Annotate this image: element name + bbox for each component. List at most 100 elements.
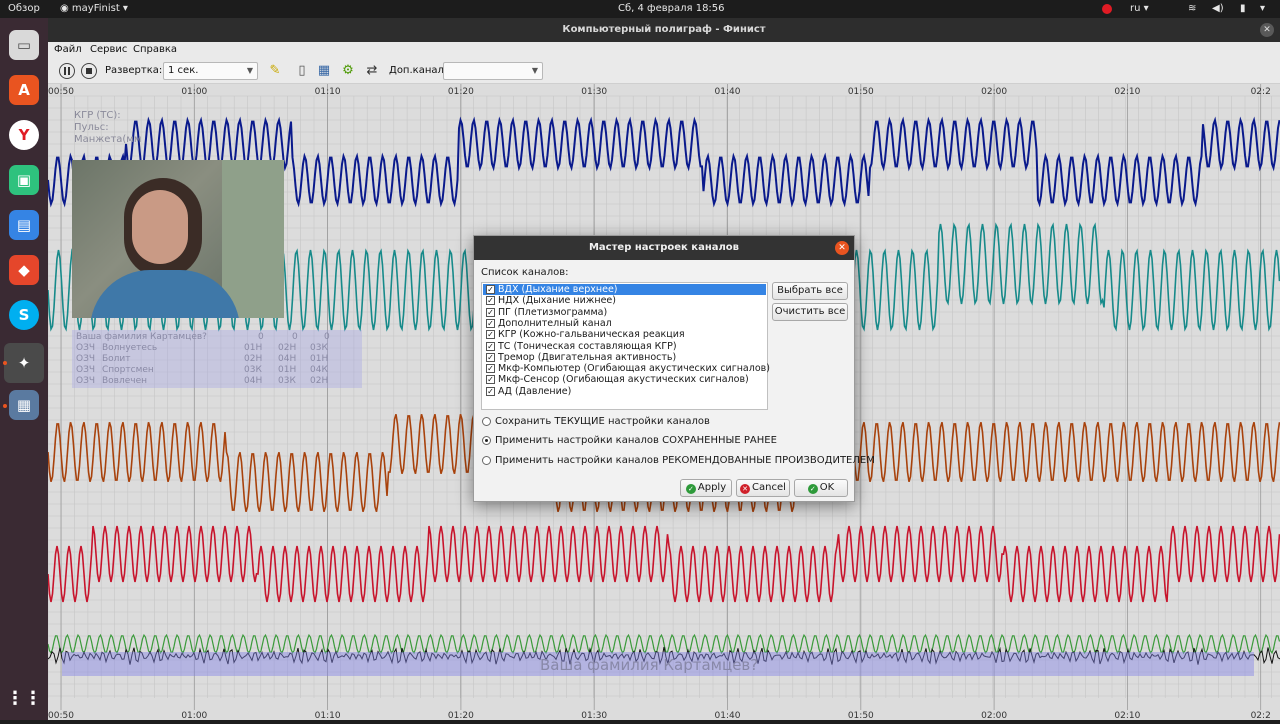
skype-icon[interactable]: S: [9, 300, 39, 330]
extra-channel-select[interactable]: ▼: [443, 62, 543, 80]
menu-help[interactable]: Справка: [133, 44, 177, 55]
wifi-icon[interactable]: ≋: [1188, 3, 1196, 14]
channel-item[interactable]: ✓ ПГ (Плетизмограмма): [483, 307, 766, 318]
option-apply-saved-label: Применить настройки каналов СОХРАНЕННЫЕ …: [495, 435, 777, 446]
channel-list-label: Список каналов:: [481, 267, 569, 278]
cancel-button[interactable]: ✕ Cancel: [736, 479, 790, 497]
channel-checkbox[interactable]: ✓: [486, 307, 495, 317]
anydesk-icon[interactable]: ◆: [9, 255, 39, 285]
time-tick-label-bottom: 01:20: [448, 711, 474, 720]
channel-checkbox[interactable]: ✓: [486, 352, 495, 362]
ok-button[interactable]: ✓ OK: [794, 479, 848, 497]
channel-checkbox[interactable]: ✓: [486, 296, 495, 306]
sweep-select[interactable]: 1 сек. ▼: [163, 62, 258, 80]
channel-settings-dialog: Мастер настроек каналов ✕ Список каналов…: [473, 235, 875, 502]
channel-item-label: ВДХ (Дыхание верхнее): [498, 284, 618, 295]
radio-apply-recommended[interactable]: [482, 456, 491, 465]
app-icon: ◉: [60, 3, 72, 14]
menu-file[interactable]: Файл: [54, 44, 82, 55]
channel-item-label: Мкф-Сенсор (Огибающая акустических сигна…: [498, 374, 749, 386]
channel-checkbox[interactable]: ✓: [486, 330, 495, 340]
dialog-close-button[interactable]: ✕: [835, 241, 849, 255]
channel-checkbox[interactable]: ✓: [486, 285, 495, 294]
channel-item[interactable]: ✓ Тремор (Двигательная активность): [483, 352, 766, 363]
option-apply-saved[interactable]: Применить настройки каналов СОХРАНЕННЫЕ …: [482, 434, 777, 448]
record-indicator-icon[interactable]: [1102, 4, 1112, 14]
channel-item-label: КГР (Кожно-гальваническая реакция: [498, 329, 685, 341]
apply-button[interactable]: ✓ Apply: [680, 479, 732, 497]
channel-item[interactable]: ✓ Мкф-Сенсор (Огибающая акустических сигн…: [483, 374, 766, 385]
files-icon[interactable]: ▭: [9, 30, 39, 60]
channel-checkbox[interactable]: ✓: [486, 341, 495, 351]
current-question: Ваша фамилия Картамцев?: [540, 656, 759, 674]
video-face: [132, 190, 188, 264]
battery-icon[interactable]: ▮: [1240, 3, 1246, 14]
question-cell: 01Н: [244, 343, 263, 353]
channel-item[interactable]: ✓ ТС (Тоническая составляющая КГР): [483, 341, 766, 352]
channel-checkbox[interactable]: ✓: [486, 318, 495, 328]
app-grid-icon[interactable]: ⋮⋮: [6, 683, 42, 713]
finist-icon[interactable]: ✦: [4, 343, 44, 383]
time-tick-label-bottom: 01:50: [848, 711, 874, 720]
stop-button[interactable]: [81, 63, 97, 79]
apply-label: Apply: [697, 482, 727, 493]
language-indicator[interactable]: ru ▾: [1130, 3, 1149, 14]
overview-button[interactable]: Обзор: [8, 3, 40, 14]
dialog-title: Мастер настроек каналов: [588, 242, 740, 253]
pause-button[interactable]: [59, 63, 75, 79]
menu-service[interactable]: Сервис: [90, 44, 127, 55]
app-menu-label: mayFinist: [71, 3, 120, 14]
sweep-value: 1 сек.: [168, 65, 199, 76]
extra-channel-label: Доп.канал:: [389, 65, 448, 76]
app-menu[interactable]: ◉ mayFinist ▾: [60, 3, 128, 14]
radio-apply-saved[interactable]: [482, 436, 491, 445]
select-all-button[interactable]: Выбрать все: [772, 282, 848, 300]
question-cell: 04Н: [244, 376, 263, 386]
sensor-icon[interactable]: ▯: [294, 63, 310, 79]
option-save-current[interactable]: Сохранить ТЕКУЩИЕ настройки каналов: [482, 415, 710, 429]
channel-item[interactable]: ✓ Дополнителный канал: [483, 318, 766, 329]
running-indicator-vbox: [3, 404, 7, 408]
question-cell: 02Н: [244, 354, 263, 364]
clock[interactable]: Сб, 4 февраля 18:56: [618, 3, 725, 14]
channel-item[interactable]: ✓ КГР (Кожно-гальваническая реакция: [483, 329, 766, 340]
time-tick-label-top: 02:00: [981, 87, 1007, 97]
time-tick-label-bottom: 01:40: [715, 711, 741, 720]
channel-item-label: НДХ (Дыхание нижнее): [498, 295, 616, 307]
running-indicator-finist: [3, 361, 7, 365]
channel-item-label: Мкф-Компьютер (Огибающая акустических си…: [498, 363, 770, 375]
channel-item[interactable]: ✓ АД (Давление): [483, 386, 766, 397]
marker-icon[interactable]: ✎: [267, 63, 283, 79]
volume-icon[interactable]: ◀): [1212, 3, 1224, 14]
yandex-browser-icon[interactable]: Y: [9, 120, 39, 150]
messenger-icon[interactable]: ▣: [9, 165, 39, 195]
time-tick-label-top: 02:10: [1114, 87, 1140, 97]
time-tick-label-top: 01:00: [181, 87, 207, 97]
question-cell: 03К: [278, 376, 296, 386]
cancel-label: Cancel: [752, 482, 786, 493]
option-apply-recommended[interactable]: Применить настройки каналов РЕКОМЕНДОВАН…: [482, 454, 875, 468]
ok-label: OK: [819, 482, 835, 493]
channel-checkbox[interactable]: ✓: [486, 364, 495, 374]
window-close-button[interactable]: ✕: [1260, 23, 1274, 37]
channels-wizard-icon[interactable]: ⚙: [340, 63, 356, 79]
software-center-icon[interactable]: A: [9, 75, 39, 105]
channel-checkbox[interactable]: ✓: [486, 386, 495, 396]
channel-item[interactable]: ✓ НДХ (Дыхание нижнее): [483, 295, 766, 306]
channel-item[interactable]: ✓ ВДХ (Дыхание верхнее): [483, 284, 766, 295]
channel-item[interactable]: ✓ Мкф-Компьютер (Огибающая акустических с…: [483, 363, 770, 374]
cancel-icon: ✕: [740, 484, 751, 494]
shuffle-icon[interactable]: ⇄: [364, 63, 380, 79]
channel-item-label: Дополнителный канал: [498, 317, 612, 329]
channel-checkbox[interactable]: ✓: [486, 375, 495, 385]
radio-save-current[interactable]: [482, 417, 491, 426]
system-menu-icon[interactable]: ▾: [1260, 3, 1265, 14]
chat-icon[interactable]: ▤: [9, 210, 39, 240]
webcam-video: [72, 160, 284, 318]
time-tick-label-bottom: 01:30: [581, 711, 607, 720]
grid-settings-icon[interactable]: ▦: [316, 63, 332, 79]
option-save-current-label: Сохранить ТЕКУЩИЕ настройки каналов: [495, 416, 710, 427]
clear-all-button[interactable]: Очистить все: [772, 303, 848, 321]
virtualbox-icon[interactable]: ▦: [9, 390, 39, 420]
channel-list[interactable]: ✓ ВДХ (Дыхание верхнее) ✓ НДХ (Дыхание нижн…: [481, 282, 770, 410]
